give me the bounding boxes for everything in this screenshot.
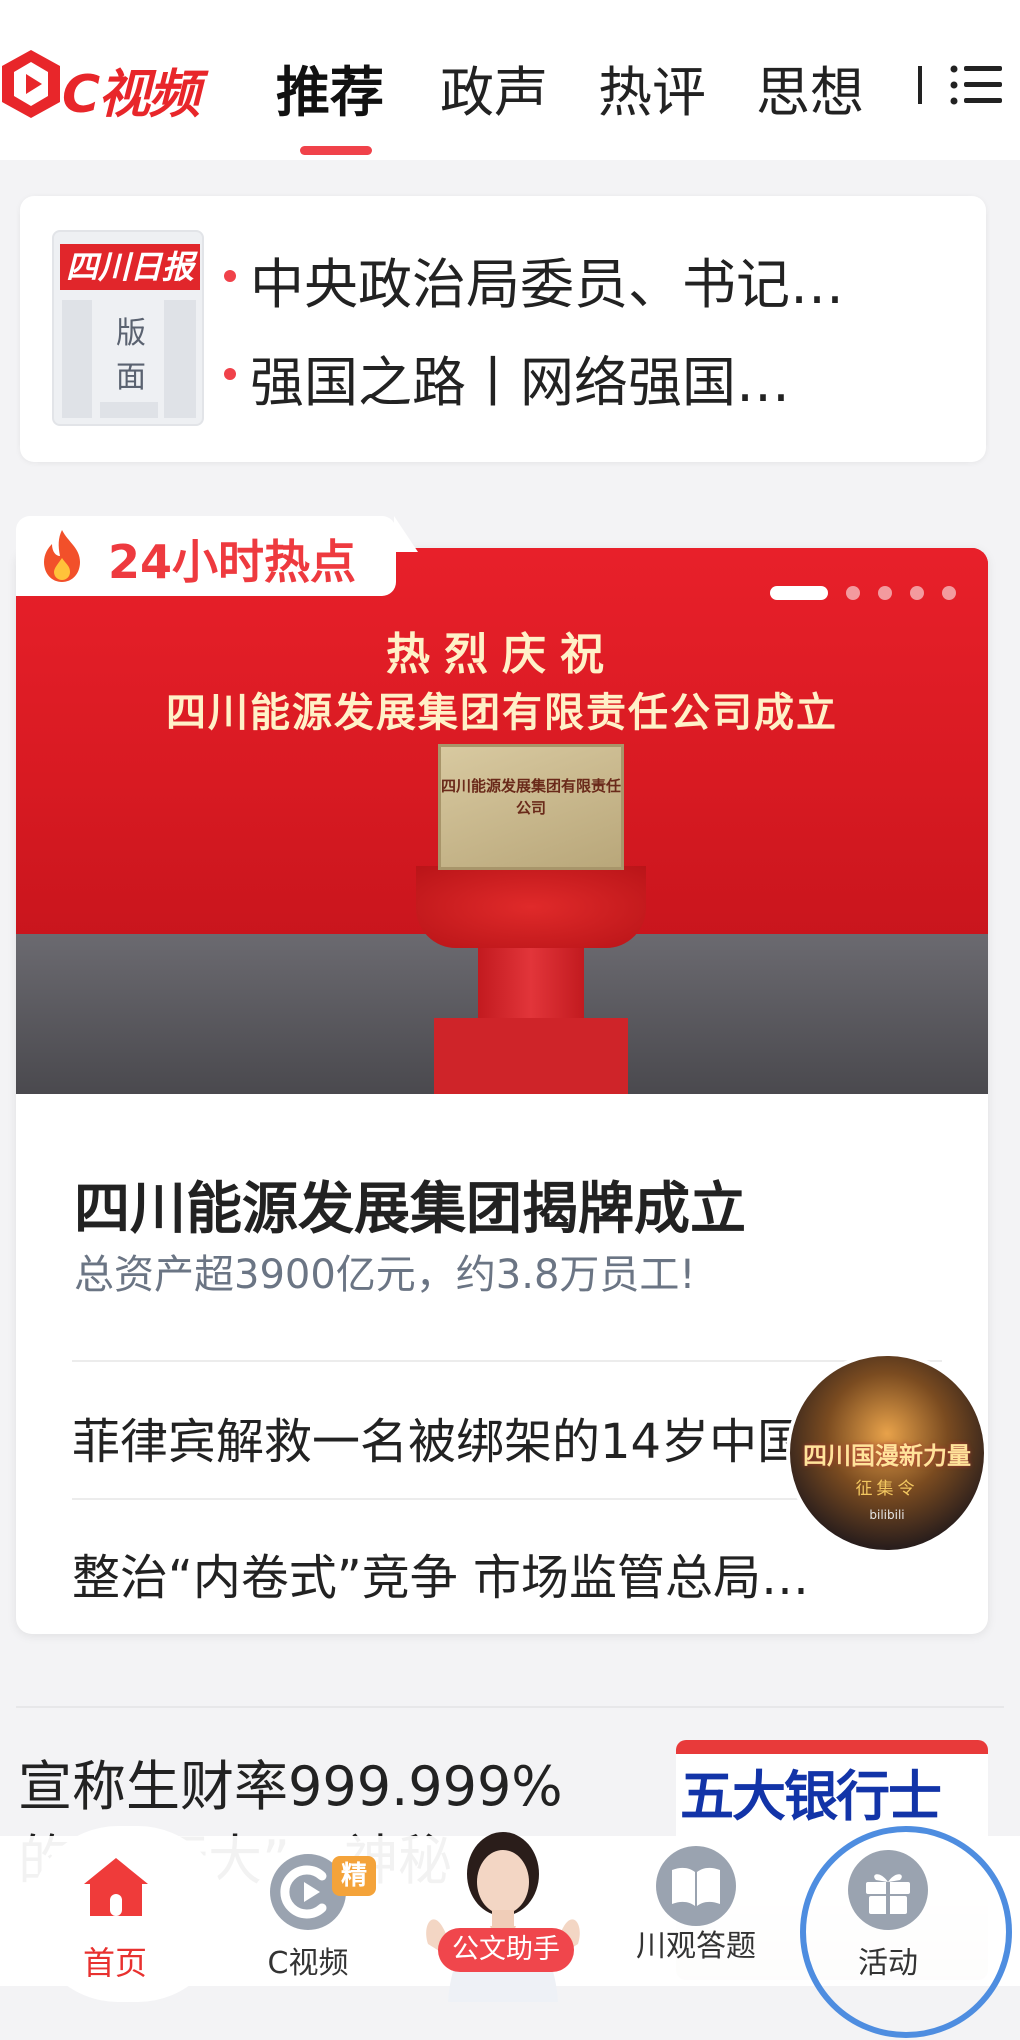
tab-assistant-label[interactable]: 公文助手 — [438, 1928, 574, 1972]
hot-tag-title: 24小时热点 — [108, 535, 357, 589]
newspaper-thumbnail[interactable]: 四川日报 版面 — [52, 230, 204, 426]
hot-list-item[interactable]: 整治“内卷式”竞争 市场监管总局… — [72, 1538, 809, 1608]
bullet-dot — [224, 270, 236, 282]
carousel-dot-active[interactable] — [770, 586, 828, 600]
promo-footer: bilibili — [869, 1508, 905, 1522]
c-video-badge: 精 — [332, 1856, 376, 1896]
hot-banner-carousel[interactable]: 热烈庆祝 四川能源发展集团有限责任公司成立 四川能源发展集团有限责任公司 — [16, 548, 988, 1094]
tab-divider — [918, 66, 922, 104]
top-nav-bar: C视频 推荐 政声 热评 思想 — [0, 0, 1020, 160]
tab-reping[interactable]: 热评 — [598, 48, 706, 127]
assistant-avatar-icon[interactable] — [408, 1814, 598, 2002]
promo-title: 四川国漫新力量 — [803, 1442, 971, 1470]
tab-recommend[interactable]: 推荐 — [276, 48, 384, 127]
divider — [16, 1706, 1004, 1708]
carousel-indicators — [770, 586, 956, 600]
hot-main-subtitle: 总资产超3900亿元，约3.8万员工! — [74, 1252, 696, 1298]
plaque-text: 四川能源发展集团有限责任公司 — [441, 777, 622, 817]
promo-subtitle: 征集令 — [855, 1479, 919, 1499]
thumbnail-text: 五大银行士 — [680, 1765, 942, 1828]
tab-c-video-label[interactable]: C视频 — [248, 1938, 368, 1982]
floating-promo-badge[interactable]: 四川国漫新力量 征集令 bilibili — [786, 1352, 988, 1554]
tab-quiz-label[interactable]: 川观答题 — [636, 1928, 756, 1966]
carousel-dot[interactable] — [942, 586, 956, 600]
newspaper-card[interactable]: 四川日报 版面 中央政治局委员、书记… 强国之路丨网络强国… — [20, 196, 986, 462]
newspaper-masthead: 四川日报 — [60, 244, 200, 290]
list-menu-icon[interactable] — [950, 64, 1002, 106]
bullet-dot — [224, 368, 236, 380]
red-cloth-image — [416, 866, 646, 948]
app-logo[interactable]: C视频 — [0, 44, 235, 125]
pedestal-base-image — [434, 1018, 628, 1094]
highlight-circle — [800, 1826, 1012, 2038]
tab-home-label[interactable]: 首页 — [60, 1938, 170, 1984]
divider — [72, 1360, 942, 1362]
banner-headline: 热烈庆祝 — [386, 629, 618, 680]
carousel-dot[interactable] — [846, 586, 860, 600]
newspaper-headline[interactable]: 中央政治局委员、书记… — [224, 240, 844, 319]
carousel-dot[interactable] — [910, 586, 924, 600]
newspaper-headline[interactable]: 强国之路丨网络强国… — [224, 338, 790, 417]
active-tab-indicator — [300, 146, 372, 155]
tab-sixiang[interactable]: 思想 — [756, 48, 864, 127]
book-icon[interactable] — [654, 1844, 738, 1928]
bottom-tab-bar: 首页 精 C视频 公文助手 川观答题 活动 — [0, 1826, 1020, 2040]
carousel-dot[interactable] — [878, 586, 892, 600]
banner-subheadline: 四川能源发展集团有限责任公司成立 — [166, 689, 838, 736]
home-icon — [84, 1858, 148, 1916]
logo-text: C视频 — [62, 65, 200, 125]
logo-mark-icon — [2, 50, 60, 118]
fire-icon — [44, 530, 80, 582]
hot-24h-tag[interactable]: 24小时热点 — [16, 516, 418, 596]
hot-main-title[interactable]: 四川能源发展集团揭牌成立 — [74, 1164, 746, 1245]
newspaper-label: 版面 — [116, 316, 146, 395]
plaque-image: 四川能源发展集团有限责任公司 — [438, 744, 624, 870]
tab-zhengsheng[interactable]: 政声 — [440, 48, 548, 127]
hot-list-item[interactable]: 菲律宾解救一名被绑架的14岁中国 — [72, 1402, 805, 1472]
